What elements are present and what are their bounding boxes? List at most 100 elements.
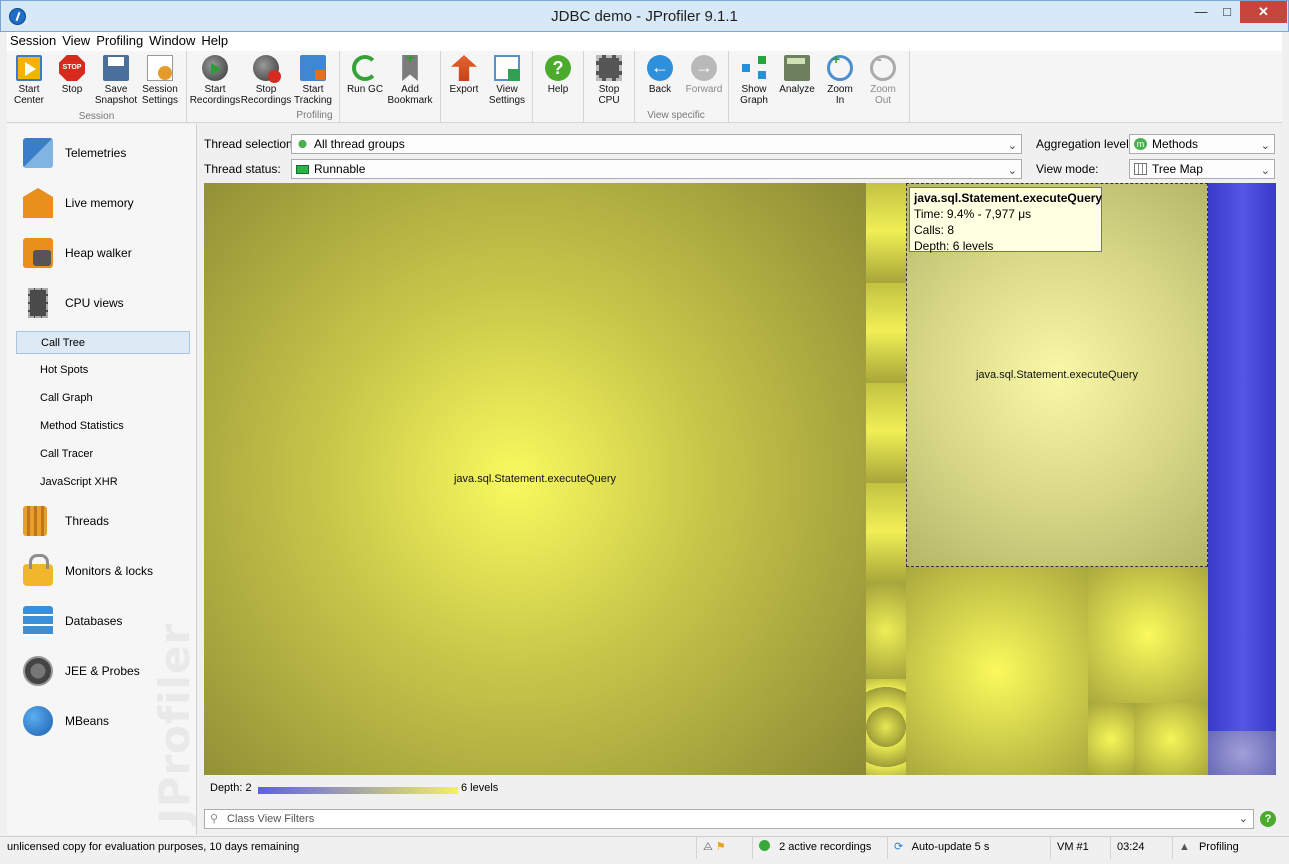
toolbar: Start Center STOP Stop Save Snapshot Ses… <box>7 51 1282 123</box>
menu-session[interactable]: Session <box>7 32 59 50</box>
chevron-down-icon: ⌄ <box>1007 140 1017 152</box>
sidebar-item-label: Threads <box>65 514 110 528</box>
sidebar-item-monitors-locks[interactable]: Monitors & locks <box>15 552 195 592</box>
sidebar-item-label: Live memory <box>65 196 134 210</box>
menu-window[interactable]: Window <box>146 32 198 50</box>
aggregation-level-dropdown[interactable]: m Methods ⌄ <box>1129 134 1275 154</box>
forward-button[interactable]: → Forward <box>678 53 730 109</box>
treemap-node[interactable] <box>1134 703 1208 775</box>
start-recordings-icon <box>202 55 228 81</box>
sidebar-subitem-method-statistics[interactable]: Method Statistics <box>16 415 190 438</box>
treemap-node[interactable] <box>866 183 906 583</box>
back-icon: ← <box>647 55 673 81</box>
sidebar-item-heap-walker[interactable]: Heap walker <box>15 234 195 274</box>
stop-recordings-button[interactable]: Stop Recordings <box>240 53 292 109</box>
thread-status-dropdown[interactable]: Runnable ⌄ <box>291 159 1022 179</box>
toolbar-group-label-view-specific: View specific <box>647 110 705 121</box>
thread-status-value: Runnable <box>314 162 366 176</box>
treemap-node[interactable] <box>1088 703 1134 775</box>
add-bookmark-label: Add Bookmark <box>387 84 433 106</box>
tooltip-time: Time: 9.4% - 7,977 μs <box>914 207 1032 221</box>
thread-status-label: Thread status: <box>204 162 281 176</box>
treemap-node[interactable] <box>866 583 906 679</box>
pin-icon[interactable]: ⨺ <box>703 841 713 853</box>
zoom-out-button[interactable]: Zoom Out <box>857 53 909 109</box>
auto-update-status[interactable]: ⟳ Auto-update 5 s <box>887 837 1047 859</box>
flag-icon[interactable]: ⚑ <box>716 841 726 853</box>
close-button[interactable]: ✕ <box>1240 1 1287 23</box>
treemap-node-blue[interactable] <box>1208 183 1276 731</box>
treemap-node-blue-small[interactable] <box>1208 731 1276 775</box>
zoom-out-icon <box>870 54 896 81</box>
menu-profiling[interactable]: Profiling <box>93 32 146 50</box>
help-icon: ? <box>545 55 571 81</box>
class-view-filter-placeholder: Class View Filters <box>227 813 315 825</box>
start-tracking-button[interactable]: Start Tracking <box>287 53 339 109</box>
start-recordings-button[interactable]: Start Recordings <box>189 53 241 109</box>
sidebar-subitem-call-tracer[interactable]: Call Tracer <box>16 443 190 466</box>
sidebar-item-label: Databases <box>65 614 123 628</box>
minimize-button[interactable]: — <box>1188 1 1214 23</box>
active-recordings-status[interactable]: 2 active recordings <box>752 837 885 859</box>
sidebar-item-mbeans[interactable]: MBeans <box>15 702 195 742</box>
threads-icon <box>23 506 47 536</box>
telemetries-icon <box>23 138 53 168</box>
sidebar-item-label: MBeans <box>65 714 110 728</box>
status-bar: unlicensed copy for evaluation purposes,… <box>0 836 1289 859</box>
help-label: Help <box>547 84 569 95</box>
maximize-button[interactable]: □ <box>1214 1 1240 23</box>
menu-view[interactable]: View <box>59 32 93 50</box>
thread-selection-dropdown[interactable]: All thread groups ⌄ <box>291 134 1022 154</box>
sidebar-item-live-memory[interactable]: Live memory <box>15 184 195 224</box>
sidebar-item-telemetries[interactable]: Telemetries <box>15 134 195 174</box>
view-settings-button[interactable]: View Settings <box>481 53 533 109</box>
menu-bar: Session View Profiling Window Help <box>7 32 1282 51</box>
show-graph-icon <box>741 55 767 81</box>
profiling-mode-label: Profiling <box>1198 841 1239 853</box>
aggregation-level-label: Aggregation level: <box>1036 137 1133 151</box>
filter-help-icon[interactable]: ? <box>1260 811 1276 827</box>
view-mode-dropdown[interactable]: Tree Map ⌄ <box>1129 159 1275 179</box>
cpu-views-icon <box>28 288 48 318</box>
chevron-down-icon[interactable]: ⌄ <box>1239 810 1248 828</box>
profiling-mode-status: ▲ Profiling <box>1172 837 1289 859</box>
sidebar-item-cpu-views[interactable]: CPU views <box>15 284 195 324</box>
sidebar-subitem-hot-spots[interactable]: Hot Spots <box>16 359 190 382</box>
sidebar-item-label: Monitors & locks <box>65 564 154 578</box>
auto-update-label: Auto-update 5 s <box>911 841 990 853</box>
stop-cpu-button[interactable]: Stop CPU <box>583 53 635 109</box>
treemap-node-executequery-main[interactable]: java.sql.Statement.executeQuery <box>204 183 866 775</box>
add-bookmark-button[interactable]: Add Bookmark <box>384 53 436 109</box>
heap-walker-icon <box>23 238 53 268</box>
help-button[interactable]: ? Help <box>532 53 584 109</box>
treemap-node[interactable] <box>866 679 906 775</box>
treemap-node-label: java.sql.Statement.executeQuery <box>453 473 617 485</box>
zoom-out-label: Zoom Out <box>870 84 896 106</box>
zoom-in-icon <box>827 54 853 81</box>
toolbar-group-label-profiling: Profiling <box>296 110 333 121</box>
live-memory-icon <box>23 188 53 218</box>
session-settings-button[interactable]: Session Settings <box>134 53 186 109</box>
stop-cpu-icon <box>596 55 622 81</box>
sidebar-item-threads[interactable]: Threads <box>15 502 195 542</box>
recording-indicator-icon <box>759 840 770 851</box>
monitors-locks-icon <box>23 554 53 586</box>
view-mode-label: View mode: <box>1036 162 1099 176</box>
search-icon: ⚲ <box>210 813 219 825</box>
treemap-node[interactable] <box>906 567 1088 775</box>
sidebar-subitem-javascript-xhr[interactable]: JavaScript XHR <box>16 471 190 494</box>
elapsed-time-status: 03:24 <box>1110 837 1170 859</box>
chevron-down-icon: ⌄ <box>1260 165 1270 177</box>
forward-label: Forward <box>685 84 723 95</box>
sidebar-subitem-call-tree[interactable]: Call Tree <box>16 331 190 354</box>
window-title: JDBC demo - JProfiler 9.1.1 <box>551 8 738 25</box>
sidebar-subitem-call-graph[interactable]: Call Graph <box>16 387 190 410</box>
menu-help[interactable]: Help <box>198 32 231 50</box>
class-view-filter-input[interactable]: ⚲ Class View Filters ⌄ <box>204 809 1254 829</box>
sidebar-item-jee-probes[interactable]: JEE & Probes <box>15 652 195 692</box>
treemap-node[interactable] <box>1088 567 1208 703</box>
sidebar-item-databases[interactable]: Databases <box>15 602 195 642</box>
add-bookmark-icon <box>402 55 418 81</box>
tree-map[interactable]: java.sql.Statement.executeQuery java.sql… <box>204 183 1276 775</box>
start-recordings-label: Start Recordings <box>189 84 241 106</box>
